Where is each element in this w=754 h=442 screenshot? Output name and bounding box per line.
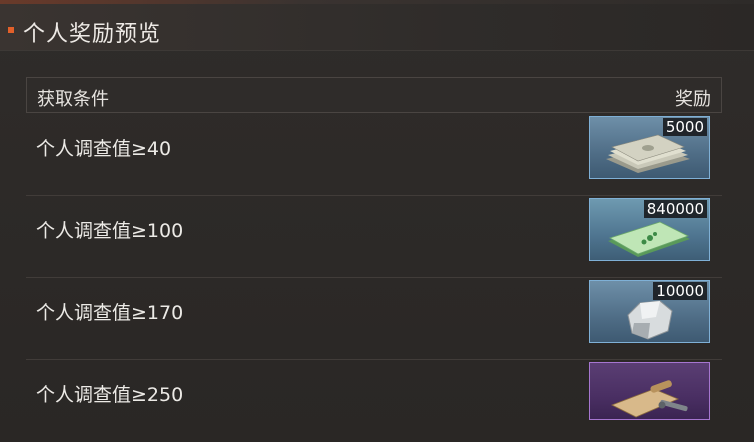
reward-slot[interactable]	[589, 362, 710, 420]
table-header: 获取条件 奖励	[26, 77, 722, 113]
table-row: 个人调查值≥100 840000	[26, 196, 722, 278]
table-row: 个人调查值≥40 5000	[26, 114, 722, 196]
reward-quantity: 840000	[643, 200, 707, 218]
page-title: 个人奖励预览	[23, 22, 162, 47]
table-row: 个人调查值≥170 10000	[26, 278, 722, 360]
condition-label: 个人调查值≥250	[36, 384, 184, 406]
reward-quantity: 5000	[662, 118, 707, 136]
condition-label: 个人调查值≥170	[36, 302, 184, 324]
blueprint-scroll-icon	[611, 380, 688, 418]
reward-slot[interactable]: 10000	[589, 280, 710, 343]
header-condition: 获取条件	[37, 89, 109, 110]
title-bar: 个人奖励预览	[0, 4, 754, 51]
reward-quantity: 10000	[653, 282, 707, 300]
silver-ore-icon	[627, 300, 673, 340]
table-row: 个人调查值≥250	[26, 360, 722, 442]
header-reward: 奖励	[675, 89, 711, 110]
condition-label: 个人调查值≥40	[36, 138, 172, 160]
green-banknote-icon	[608, 221, 690, 257]
title-marker-icon	[8, 27, 14, 33]
condition-label: 个人调查值≥100	[36, 220, 184, 242]
reward-slot[interactable]: 840000	[589, 198, 710, 261]
cash-stack-icon	[606, 134, 690, 173]
reward-slot[interactable]: 5000	[589, 116, 710, 179]
